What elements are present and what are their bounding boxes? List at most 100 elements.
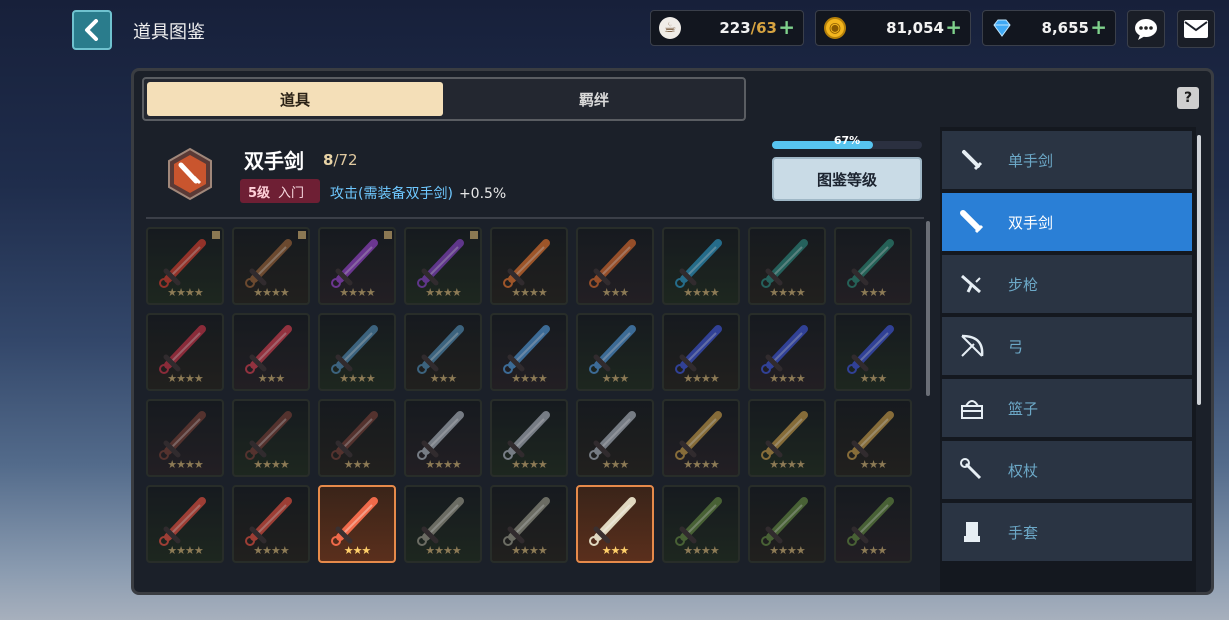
item-slot[interactable]: ★★★	[318, 485, 396, 563]
bonus-text: 攻击(需装备双手剑)	[330, 186, 453, 202]
scepter-icon	[950, 448, 994, 492]
help-button[interactable]: ?	[1177, 87, 1199, 109]
item-slot[interactable]: ★★★★	[490, 399, 568, 477]
item-slot[interactable]: ★★★★	[662, 227, 740, 305]
gauntlet-icon	[950, 510, 994, 554]
star-rating: ★★★	[859, 458, 888, 471]
item-slot[interactable]: ★★★	[834, 399, 912, 477]
gold-counter[interactable]: ◉ 81,054 +	[815, 10, 971, 46]
two-handed-sword-icon	[847, 411, 894, 460]
two-handed-sword-icon	[503, 325, 550, 374]
item-slot[interactable]: ★★★★	[318, 227, 396, 305]
item-slot[interactable]: ★★★★	[748, 227, 826, 305]
item-slot[interactable]: ★★★★	[404, 399, 482, 477]
gold-coin-icon: ◉	[824, 17, 846, 39]
item-slot[interactable]: ★★★★	[232, 227, 310, 305]
add-stamina-button[interactable]: +	[778, 15, 795, 39]
sidebar-item-label: 手套	[1008, 523, 1039, 542]
two-handed-sword-icon	[159, 411, 206, 460]
two-handed-sword-icon	[589, 411, 636, 460]
two-handed-sword-icon	[503, 411, 550, 460]
two-handed-sword-icon	[417, 325, 464, 374]
gem-counter[interactable]: 8,655 +	[982, 10, 1116, 46]
star-rating: ★★★	[859, 544, 888, 557]
item-slot[interactable]: ★★★★	[404, 485, 482, 563]
sidebar-item[interactable]: 双手剑	[942, 193, 1192, 251]
item-slot[interactable]: ★★★★	[748, 313, 826, 391]
star-rating: ★★★	[429, 372, 458, 385]
add-gem-button[interactable]: +	[1090, 15, 1107, 39]
item-slot[interactable]: ★★★★	[232, 399, 310, 477]
one-handed-sword-icon	[950, 138, 994, 182]
stamina-value: 223	[719, 19, 751, 37]
item-slot[interactable]: ★★★★	[662, 485, 740, 563]
item-slot[interactable]: ★★★★	[662, 313, 740, 391]
chat-button[interactable]	[1127, 10, 1165, 48]
item-slot[interactable]: ★★★★	[490, 313, 568, 391]
item-slot[interactable]: ★★★★	[748, 399, 826, 477]
item-slot[interactable]: ★★★★	[662, 399, 740, 477]
item-slot[interactable]: ★★★★	[490, 485, 568, 563]
star-rating: ★★★★	[425, 286, 461, 299]
chevron-left-icon	[85, 19, 98, 41]
sidebar-scrollbar[interactable]	[1197, 135, 1201, 405]
item-slot[interactable]: ★★★	[834, 485, 912, 563]
collection-panel: 道具 羁绊 ? 双手剑 8/72 5级 入门 攻击(需装备双手剑) +0.5% 6…	[131, 68, 1214, 595]
sidebar-item[interactable]: 单手剑	[942, 131, 1192, 189]
two-handed-sword-icon	[589, 325, 636, 374]
two-handed-sword-icon	[245, 411, 292, 460]
diamond-icon	[991, 17, 1013, 39]
star-rating: ★★★★	[683, 372, 719, 385]
mail-button[interactable]	[1177, 10, 1215, 48]
two-handed-sword-icon	[159, 325, 206, 374]
grid-scrollbar[interactable]	[926, 221, 930, 396]
item-slot[interactable]: ★★★★	[490, 227, 568, 305]
item-slot[interactable]: ★★★	[834, 313, 912, 391]
star-rating: ★★★★	[425, 458, 461, 471]
sidebar-item[interactable]: 弓	[942, 317, 1192, 375]
back-button[interactable]	[72, 10, 112, 50]
item-grid: ★★★★ ★★★★ ★★★★ ★★★★ ★★★★ ★★★ ★★★★ ★★★★ ★★★ ★★★★ ★★…	[146, 227, 928, 592]
item-slot[interactable]: ★★★	[404, 313, 482, 391]
count-total: /72	[333, 151, 358, 169]
tab-items[interactable]: 道具	[147, 82, 443, 116]
star-rating: ★★★★	[253, 544, 289, 557]
two-handed-sword-icon	[331, 325, 378, 374]
item-slot[interactable]: ★★★★	[146, 313, 224, 391]
star-rating: ★★★★	[511, 544, 547, 557]
two-handed-sword-icon	[761, 325, 808, 374]
two-handed-sword-icon	[675, 239, 722, 288]
sidebar-item[interactable]: 权杖	[942, 441, 1192, 499]
item-slot[interactable]: ★★★	[576, 485, 654, 563]
item-slot[interactable]: ★★★	[576, 227, 654, 305]
sidebar-item[interactable]: 步枪	[942, 255, 1192, 313]
star-rating: ★★★★	[339, 372, 375, 385]
divider	[146, 217, 924, 219]
item-slot[interactable]: ★★★★	[318, 313, 396, 391]
tab-bonds[interactable]: 羁绊	[446, 82, 742, 116]
item-slot[interactable]: ★★★	[576, 399, 654, 477]
star-rating: ★★★★	[167, 458, 203, 471]
page-title: 道具图鉴	[133, 22, 205, 43]
sidebar-item[interactable]: 篮子	[942, 379, 1192, 437]
item-slot[interactable]: ★★★★	[404, 227, 482, 305]
item-slot[interactable]: ★★★★	[146, 399, 224, 477]
two-handed-sword-icon	[761, 239, 808, 288]
category-name: 双手剑	[244, 149, 304, 173]
sidebar-item[interactable]: 手套	[942, 503, 1192, 561]
collection-level-button[interactable]: 图鉴等级	[772, 157, 922, 201]
item-slot[interactable]: ★★★★	[232, 485, 310, 563]
item-slot[interactable]: ★★★★	[146, 227, 224, 305]
item-slot[interactable]: ★★★	[318, 399, 396, 477]
item-slot[interactable]: ★★★★	[748, 485, 826, 563]
stamina-counter[interactable]: ☕ 223/63 +	[650, 10, 804, 46]
item-slot[interactable]: ★★★★	[146, 485, 224, 563]
level-value: 5级	[248, 185, 271, 201]
two-handed-sword-icon	[331, 239, 378, 288]
item-slot[interactable]: ★★★	[576, 313, 654, 391]
item-slot[interactable]: ★★★	[834, 227, 912, 305]
star-rating: ★★★	[601, 458, 630, 471]
item-slot[interactable]: ★★★	[232, 313, 310, 391]
add-gold-button[interactable]: +	[945, 15, 962, 39]
two-handed-sword-icon	[847, 325, 894, 374]
